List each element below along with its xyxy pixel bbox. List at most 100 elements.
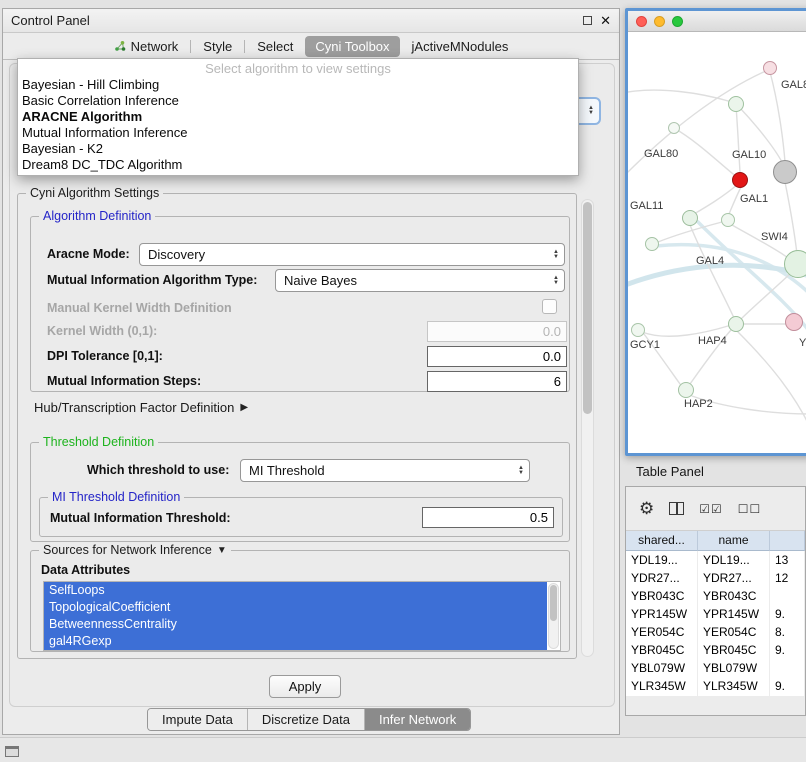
hub-definition-expander[interactable]: Hub/Transcription Factor Definition ▶	[34, 400, 248, 415]
dpi-tolerance-label: DPI Tolerance [0,1]:	[47, 349, 163, 363]
mi-algorithm-type-combobox[interactable]: Naive Bayes ▲▼	[275, 269, 565, 292]
table-row[interactable]: YDR27...YDR27...12	[626, 569, 805, 587]
close-window-icon[interactable]	[636, 16, 647, 27]
dropdown-item-aracne[interactable]: ARACNE Algorithm	[18, 109, 578, 125]
threshold-definition-title: Threshold Definition	[39, 435, 158, 449]
deselect-all-rows-icon[interactable]: ☐☐	[738, 502, 762, 516]
mi-steps-label: Mutual Information Steps:	[47, 374, 201, 388]
select-all-rows-icon[interactable]: ☑☑	[699, 502, 723, 516]
network-node[interactable]	[678, 382, 694, 398]
network-node[interactable]	[763, 61, 777, 75]
network-node[interactable]	[645, 237, 659, 251]
combo-stepper-icon: ▲▼	[549, 250, 559, 260]
attribute-item-gal4rgexp[interactable]: gal4RGexp	[44, 633, 547, 650]
sources-group-title: Sources for Network Inference ▼	[39, 543, 231, 557]
settings-group-title: Cyni Algorithm Settings	[26, 186, 163, 200]
which-threshold-combobox[interactable]: MI Threshold ▲▼	[240, 459, 530, 482]
tab-jactivemnodules[interactable]: jActiveMNodules	[402, 36, 519, 57]
attribute-item-topologicalcoefficient[interactable]: TopologicalCoefficient	[44, 599, 547, 616]
mi-steps-field[interactable]	[427, 371, 567, 392]
network-node[interactable]	[784, 250, 806, 278]
table-row[interactable]: YBR045CYBR045C9.	[626, 641, 805, 659]
network-view-window: GAL8 GAL80 GAL10 GAL11 GAL1 SWI4 GAL4 GC…	[625, 8, 806, 456]
network-node[interactable]	[728, 96, 744, 112]
tab-impute-data[interactable]: Impute Data	[148, 709, 247, 730]
tab-separator	[190, 40, 191, 53]
node-label: GCY1	[630, 339, 660, 351]
attribute-list-scrollbar[interactable]	[548, 583, 559, 649]
network-node[interactable]	[631, 323, 645, 337]
node-label: HAP4	[698, 335, 727, 347]
node-label: SWI4	[761, 231, 788, 243]
threshold-definition-group: Threshold Definition Which threshold to …	[30, 442, 570, 542]
settings-scrollbar[interactable]	[581, 199, 594, 657]
network-node[interactable]	[721, 213, 735, 227]
cyni-algorithm-settings-group: Cyni Algorithm Settings Algorithm Defini…	[17, 193, 577, 659]
combobox-value: MI Threshold	[249, 463, 514, 478]
column-selector-icon[interactable]	[669, 502, 684, 515]
tab-infer-network[interactable]: Infer Network	[364, 709, 470, 730]
minimize-window-icon[interactable]	[654, 16, 665, 27]
tab-separator	[244, 40, 245, 53]
table-row[interactable]: YBL079WYBL079W	[626, 659, 805, 677]
node-label: GAL4	[696, 255, 724, 267]
combo-stepper-icon: ▲▼	[549, 276, 559, 286]
minimized-panel-icon[interactable]	[5, 746, 19, 757]
column-header-shared-name[interactable]: shared...	[626, 531, 698, 551]
tab-cyni-toolbox[interactable]: Cyni Toolbox	[305, 36, 399, 57]
network-canvas[interactable]: GAL8 GAL80 GAL10 GAL11 GAL1 SWI4 GAL4 GC…	[628, 32, 806, 453]
table-header-row: shared... name	[626, 531, 805, 551]
dropdown-placeholder: Select algorithm to view settings	[18, 61, 578, 77]
float-panel-icon[interactable]	[583, 16, 592, 25]
combo-stepper-icon: ▲▼	[584, 106, 594, 116]
chevron-down-icon[interactable]: ▼	[217, 545, 227, 556]
manual-kernel-width-checkbox[interactable]	[542, 299, 557, 314]
tab-style[interactable]: Style	[193, 36, 242, 57]
mi-threshold-field[interactable]	[422, 507, 554, 528]
tab-label: Select	[257, 39, 293, 54]
kernel-width-field[interactable]	[427, 321, 567, 342]
table-panel-window: ⚙ ☑☑ ☐☐ shared... name YDL19...YDL19...1…	[625, 486, 806, 716]
network-node-selected[interactable]	[732, 172, 748, 188]
network-node[interactable]	[728, 316, 744, 332]
mi-threshold-group-title: MI Threshold Definition	[48, 490, 184, 504]
dpi-tolerance-field[interactable]	[427, 346, 567, 367]
network-node[interactable]	[668, 122, 680, 134]
tab-select[interactable]: Select	[247, 36, 303, 57]
dropdown-item-dream8[interactable]: Dream8 DC_TDC Algorithm	[18, 157, 578, 173]
aracne-mode-combobox[interactable]: Discovery ▲▼	[139, 243, 565, 266]
network-node[interactable]	[773, 160, 797, 184]
node-label: GAL11	[630, 200, 663, 212]
table-row[interactable]: YIL052CYIL052C	[626, 695, 805, 696]
hub-definition-label: Hub/Transcription Factor Definition	[34, 400, 234, 415]
apply-button[interactable]: Apply	[269, 675, 341, 698]
table-row[interactable]: YPR145WYPR145W9.	[626, 605, 805, 623]
tab-discretize-data[interactable]: Discretize Data	[247, 709, 364, 730]
dropdown-item-bayesian-k2[interactable]: Bayesian - K2	[18, 141, 578, 157]
mi-threshold-label: Mutual Information Threshold:	[50, 511, 231, 525]
chevron-right-icon: ▶	[240, 402, 248, 413]
table-settings-gear-icon[interactable]: ⚙	[639, 500, 654, 517]
network-node[interactable]	[682, 210, 698, 226]
table-row[interactable]: YER054CYER054C8.	[626, 623, 805, 641]
table-row[interactable]: YLR345WYLR345W9.	[626, 677, 805, 695]
network-node[interactable]	[785, 313, 803, 331]
column-header-name[interactable]: name	[698, 531, 770, 551]
column-header-extra[interactable]	[770, 531, 805, 551]
table-row[interactable]: YBR043CYBR043C	[626, 587, 805, 605]
close-panel-icon[interactable]: ✕	[600, 16, 611, 26]
mi-algorithm-type-label: Mutual Information Algorithm Type:	[47, 273, 257, 287]
dropdown-item-bayesian-hill[interactable]: Bayesian - Hill Climbing	[18, 77, 578, 93]
table-toolbar: ⚙ ☑☑ ☐☐	[626, 487, 805, 531]
table-row[interactable]: YDL19...YDL19...13	[626, 551, 805, 569]
node-label: Y	[799, 337, 806, 349]
combobox-value: Discovery	[148, 247, 549, 262]
dropdown-item-basic-correlation[interactable]: Basic Correlation Inference	[18, 93, 578, 109]
node-table: shared... name YDL19...YDL19...13 YDR27.…	[626, 531, 805, 696]
zoom-window-icon[interactable]	[672, 16, 683, 27]
attribute-item-betweennesscentrality[interactable]: BetweennessCentrality	[44, 616, 547, 633]
data-attributes-label: Data Attributes	[41, 563, 130, 577]
tab-network[interactable]: Network	[104, 36, 189, 57]
dropdown-item-mutual-information[interactable]: Mutual Information Inference	[18, 125, 578, 141]
attribute-item-selfloops[interactable]: SelfLoops	[44, 582, 547, 599]
